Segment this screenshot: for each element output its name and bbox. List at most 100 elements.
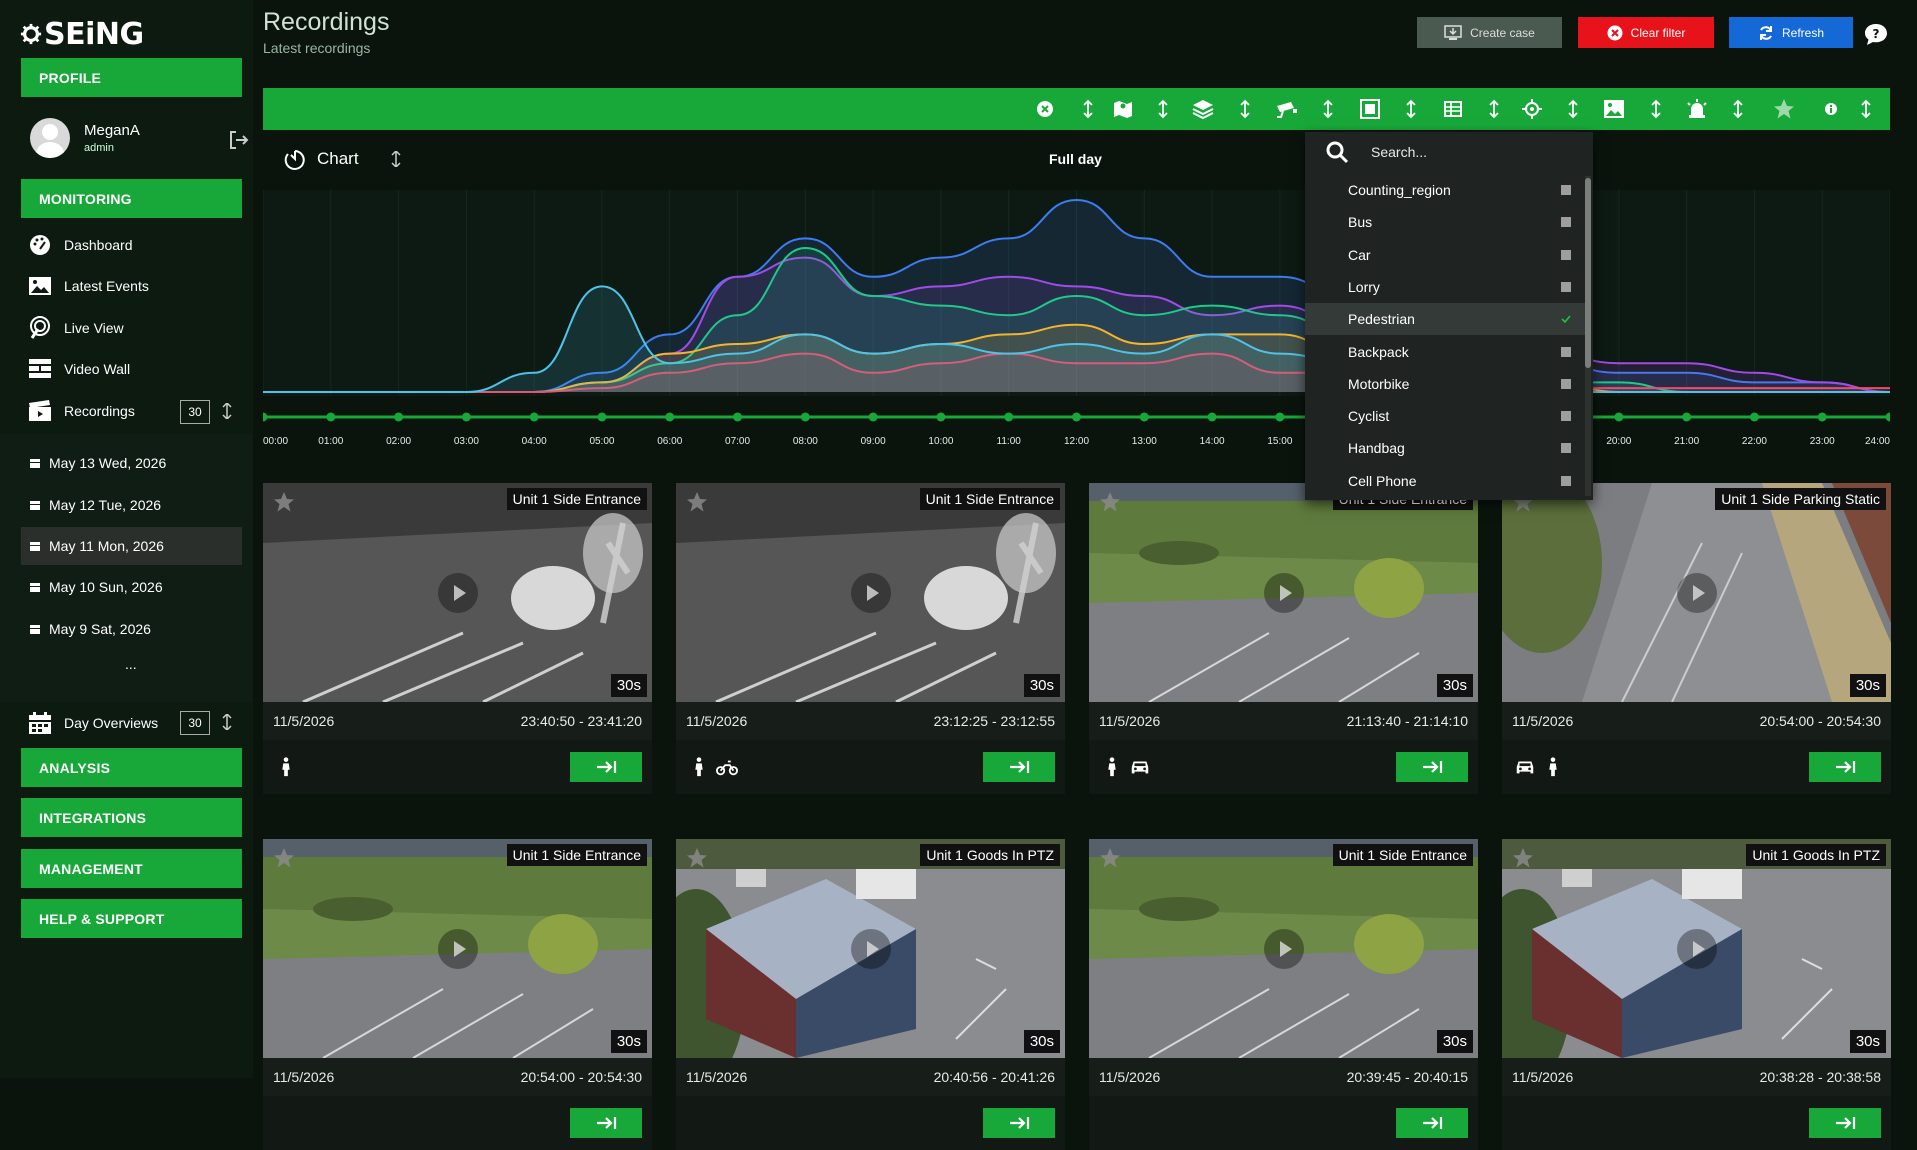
grid-icon[interactable] <box>1441 97 1465 121</box>
play-icon[interactable] <box>1263 928 1305 970</box>
timeline[interactable]: 00:00 01:00 02:00 03:00 04:00 05:00 06:00 07:00… <box>263 408 1890 448</box>
timeline-dot[interactable] <box>1682 412 1692 422</box>
checkbox[interactable] <box>1561 249 1571 260</box>
app-logo[interactable]: SEiNG <box>20 14 144 54</box>
recording-card[interactable]: Unit 1 Side Entrance 30s 11/5/2026 20:39… <box>1089 839 1478 1150</box>
check-icon[interactable] <box>1561 314 1571 324</box>
timeline-dot[interactable] <box>936 412 946 422</box>
timeline-dot[interactable] <box>461 412 471 422</box>
camera-icon[interactable] <box>1275 97 1299 121</box>
filter-option[interactable]: Bus <box>1305 206 1585 238</box>
open-recording-button[interactable] <box>570 752 642 782</box>
nav-live-view[interactable]: Live View <box>28 313 124 343</box>
filter-option[interactable]: Backpack <box>1305 336 1585 368</box>
recording-thumbnail[interactable]: Unit 1 Side Entrance 30s <box>676 483 1065 702</box>
open-recording-button[interactable] <box>1396 752 1468 782</box>
timeline-dot[interactable] <box>597 412 607 422</box>
recording-card[interactable]: Unit 1 Side Entrance 30s 11/5/2026 21:13… <box>1089 483 1478 794</box>
play-icon[interactable] <box>1676 572 1718 614</box>
timeline-dot[interactable] <box>1275 412 1285 422</box>
filter-search[interactable]: Search... <box>1305 132 1593 172</box>
open-recording-button[interactable] <box>1809 752 1881 782</box>
alarm-icon[interactable] <box>1685 97 1709 121</box>
checkbox[interactable] <box>1561 346 1571 357</box>
timeline-dot[interactable] <box>1207 412 1217 422</box>
open-recording-button[interactable] <box>983 1108 1055 1138</box>
timeline-dot[interactable] <box>1139 412 1149 422</box>
filter-option[interactable]: Lorry <box>1305 271 1585 303</box>
refresh-button[interactable]: Refresh <box>1729 17 1853 48</box>
activity-chart[interactable] <box>263 190 1890 396</box>
checkbox[interactable] <box>1561 185 1571 195</box>
info-icon[interactable] <box>1819 97 1843 121</box>
favorite-star-icon[interactable] <box>685 490 709 514</box>
help-support-button[interactable]: HELP & SUPPORT <box>21 899 242 938</box>
play-icon[interactable] <box>1263 572 1305 614</box>
favorite-star-icon[interactable] <box>685 846 709 870</box>
recording-card[interactable]: Unit 1 Goods In PTZ 30s 11/5/2026 20:38:… <box>1502 839 1891 1150</box>
recording-card[interactable]: Unit 1 Side Parking Static 30s 11/5/2026… <box>1502 483 1891 794</box>
drag-handle-icon[interactable] <box>220 403 234 419</box>
date-item[interactable]: May 9 Sat, 2026 <box>21 610 242 648</box>
timeline-dot[interactable] <box>1004 412 1014 422</box>
checkbox[interactable] <box>1561 217 1571 228</box>
drag-handle-icon[interactable] <box>1854 97 1878 121</box>
drag-handle-icon[interactable] <box>1561 97 1585 121</box>
nav-recordings[interactable]: Recordings <box>28 396 135 426</box>
image-icon[interactable] <box>1602 97 1626 121</box>
timeline-dot[interactable] <box>394 412 404 422</box>
drag-handle-icon[interactable] <box>389 151 403 167</box>
recording-thumbnail[interactable]: Unit 1 Goods In PTZ 30s <box>1502 839 1891 1058</box>
filter-option[interactable]: Motorbike <box>1305 368 1585 400</box>
filter-option[interactable]: Cyclist <box>1305 400 1585 432</box>
recording-card[interactable]: Unit 1 Side Entrance 30s 11/5/2026 20:54… <box>263 839 652 1150</box>
date-item[interactable]: May 10 Sun, 2026 <box>21 568 242 606</box>
drag-handle-icon[interactable] <box>1316 97 1340 121</box>
timeline-dot[interactable] <box>1885 412 1891 422</box>
nav-dashboard[interactable]: Dashboard <box>28 230 133 260</box>
recording-card[interactable]: Unit 1 Goods In PTZ 30s 11/5/2026 20:40:… <box>676 839 1065 1150</box>
timeline-dot[interactable] <box>1749 412 1759 422</box>
recording-thumbnail[interactable]: Unit 1 Side Entrance 30s <box>263 483 652 702</box>
drag-handle-icon[interactable] <box>1233 97 1257 121</box>
checkbox[interactable] <box>1561 443 1571 454</box>
checkbox[interactable] <box>1561 281 1571 292</box>
recording-thumbnail[interactable]: Unit 1 Goods In PTZ 30s <box>676 839 1065 1058</box>
drag-handle-icon[interactable] <box>220 714 234 730</box>
drag-handle-icon[interactable] <box>1644 97 1668 121</box>
monitoring-button[interactable]: MONITORING <box>21 179 242 218</box>
timeline-dot[interactable] <box>263 412 268 422</box>
play-icon[interactable] <box>850 572 892 614</box>
timer-icon[interactable] <box>283 147 307 171</box>
timeline-dot[interactable] <box>1614 412 1624 422</box>
checkbox[interactable] <box>1561 475 1571 486</box>
open-recording-button[interactable] <box>1809 1108 1881 1138</box>
drag-handle-icon[interactable] <box>1482 97 1506 121</box>
dropdown-scrollbar[interactable] <box>1585 176 1591 496</box>
recording-thumbnail[interactable]: Unit 1 Side Entrance 30s <box>1089 839 1478 1058</box>
favorite-star-icon[interactable] <box>1098 846 1122 870</box>
layers-icon[interactable] <box>1191 97 1215 121</box>
recordings-count[interactable]: 30 <box>180 400 210 424</box>
nav-video-wall[interactable]: Video Wall <box>28 354 130 384</box>
play-icon[interactable] <box>850 928 892 970</box>
recording-thumbnail[interactable]: Unit 1 Side Entrance 30s <box>263 839 652 1058</box>
drag-handle-icon[interactable] <box>1151 97 1175 121</box>
chart-range-label[interactable]: Full day <box>1049 151 1102 167</box>
help-chat-icon[interactable]: ? <box>1864 23 1888 47</box>
nav-day-overviews[interactable]: Day Overviews <box>28 708 158 738</box>
timeline-dot[interactable] <box>1817 412 1827 422</box>
timeline-dot[interactable] <box>800 412 810 422</box>
analysis-button[interactable]: ANALYSIS <box>21 748 242 787</box>
favorite-star-icon[interactable] <box>272 490 296 514</box>
open-recording-button[interactable] <box>570 1108 642 1138</box>
filter-option[interactable]: Handbag <box>1305 432 1585 464</box>
favorite-star-icon[interactable] <box>1511 846 1535 870</box>
filter-option[interactable]: Car <box>1305 239 1585 271</box>
open-recording-button[interactable] <box>1396 1108 1468 1138</box>
timeline-dot[interactable] <box>326 412 336 422</box>
profile-button[interactable]: PROFILE <box>21 58 242 97</box>
filter-option[interactable]: Cell Phone <box>1305 465 1585 497</box>
day-overviews-count[interactable]: 30 <box>180 711 210 735</box>
checkbox[interactable] <box>1561 411 1571 422</box>
